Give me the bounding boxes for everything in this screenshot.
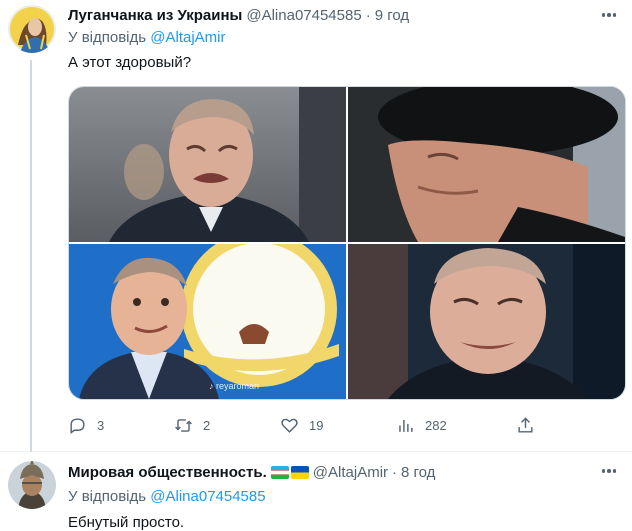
media-photo[interactable] (348, 87, 625, 242)
display-name[interactable]: Мировая общественность. (68, 464, 267, 481)
more-options-icon[interactable] (598, 462, 620, 480)
reply-button[interactable]: 3 (68, 412, 104, 438)
media-photo[interactable]: ♪ reyaroman (69, 244, 346, 399)
reply-prefix: У відповідь (68, 29, 147, 46)
media-watermark: ♪ reyaroman (209, 381, 260, 391)
avatar[interactable] (8, 5, 56, 53)
thread-line (30, 60, 32, 452)
user-handle[interactable]: @Alina07454585 (246, 7, 361, 24)
tweet-text: А этот здоровый? (68, 54, 192, 71)
reply-mention-link[interactable]: @Alina07454585 (150, 488, 265, 505)
timestamp[interactable]: 9 год (375, 7, 409, 24)
display-name[interactable]: Луганчанка из Украины (68, 7, 242, 24)
user-handle[interactable]: @AltajAmir (313, 464, 388, 481)
tweet-text: Ебнутый просто. (68, 514, 185, 531)
ukraine-flag-icon (290, 465, 309, 479)
share-icon (518, 416, 533, 433)
reply-prefix: У відповідь (68, 488, 147, 505)
retweet-icon (175, 418, 192, 432)
avatar[interactable] (8, 461, 56, 509)
tweet-actions: 3 2 19 282 (68, 412, 568, 438)
reply-count: 3 (97, 417, 105, 433)
share-button[interactable] (516, 412, 535, 438)
tweet[interactable]: Мировая общественность. @AltajAmir · 8 г… (0, 452, 632, 531)
like-count: 19 (309, 417, 324, 433)
name-emoji-flags (270, 465, 309, 479)
view-count: 282 (425, 417, 447, 433)
more-options-icon[interactable] (598, 6, 620, 24)
heart-icon (281, 418, 298, 433)
reply-context: У відповідь @AltajAmir (68, 29, 226, 46)
reply-mention-link[interactable]: @AltajAmir (150, 29, 225, 46)
analytics-icon (399, 419, 413, 432)
reply-context: У відповідь @Alina07454585 (68, 488, 266, 505)
tweet-header: Мировая общественность. @AltajAmir · 8 г… (68, 461, 588, 483)
tweet-header: Луганчанка из Украины @Alina07454585 · 9… (68, 4, 588, 26)
separator-dot: · (392, 463, 398, 481)
media-photo[interactable] (348, 244, 625, 399)
retweet-count: 2 (203, 417, 211, 433)
separator-dot: · (365, 6, 371, 24)
views-button[interactable]: 282 (396, 412, 447, 438)
like-button[interactable]: 19 (280, 412, 323, 438)
reply-icon (70, 417, 85, 434)
media-photo[interactable] (69, 87, 346, 242)
uzbekistan-flag-icon (270, 465, 289, 479)
retweet-button[interactable]: 2 (174, 412, 210, 438)
timestamp[interactable]: 8 год (401, 464, 435, 481)
media-grid: ♪ reyaroman (68, 86, 626, 400)
tweet[interactable]: Луганчанка из Украины @Alina07454585 · 9… (0, 0, 632, 452)
